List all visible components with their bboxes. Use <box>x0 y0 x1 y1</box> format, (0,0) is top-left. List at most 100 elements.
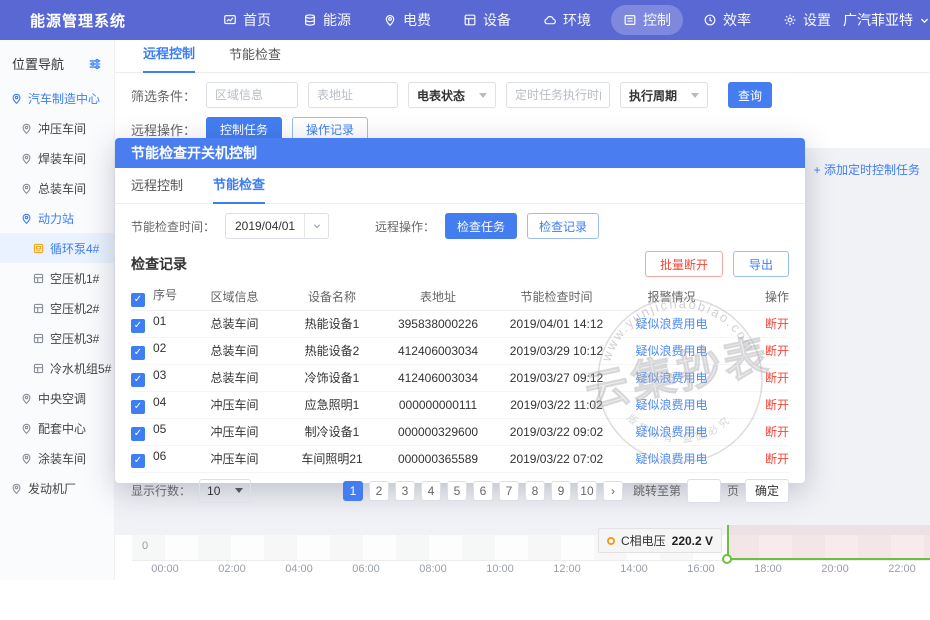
row-checkbox[interactable]: ✓ <box>131 373 145 387</box>
batch-disconnect-button[interactable]: 批量断开 <box>645 251 723 277</box>
row-checkbox[interactable]: ✓ <box>131 427 145 441</box>
modal-tab-energy-check[interactable]: 节能检查 <box>213 174 265 204</box>
alarm-link[interactable]: 疑似浪费用电 <box>635 317 707 331</box>
tab-energy-check[interactable]: 节能检查 <box>229 44 281 72</box>
confirm-button[interactable]: 确定 <box>745 479 789 503</box>
sidebar-item-painting[interactable]: 涂装车间 <box>0 443 114 473</box>
sidebar-item-compressor-3[interactable]: 空压机3# <box>0 323 114 353</box>
next-page-button[interactable]: › <box>603 481 623 501</box>
modal-title: 节能检查开关机控制 <box>131 143 257 163</box>
jump-label: 跳转至第 <box>633 482 681 499</box>
modal-tab-remote[interactable]: 远程控制 <box>131 175 183 203</box>
nav-devices[interactable]: 设备 <box>451 5 523 35</box>
cloud-icon <box>543 13 557 27</box>
disconnect-link[interactable]: 断开 <box>765 398 789 412</box>
page-button[interactable]: 10 <box>577 481 597 501</box>
nav-environment[interactable]: 环境 <box>531 5 603 35</box>
page-button[interactable]: 3 <box>395 481 415 501</box>
x-tick: 08:00 <box>403 563 463 575</box>
chevron-down-icon <box>691 93 699 98</box>
row-checkbox[interactable]: ✓ <box>131 319 145 333</box>
sidebar-item-welding[interactable]: 焊装车间 <box>0 143 114 173</box>
disconnect-link[interactable]: 断开 <box>765 452 789 466</box>
region-input[interactable] <box>206 82 298 108</box>
row-no: 04 <box>153 395 166 409</box>
search-button[interactable]: 查询 <box>728 82 772 108</box>
tab-remote-control[interactable]: 远程控制 <box>143 43 195 73</box>
page-button[interactable]: 4 <box>421 481 441 501</box>
disconnect-link[interactable]: 断开 <box>765 371 789 385</box>
clock-icon <box>703 13 717 27</box>
alarm-link[interactable]: 疑似浪费用电 <box>635 344 707 358</box>
table-row: ✓02 总装车间 热能设备2 412406003034 2019/03/29 1… <box>131 337 789 364</box>
records-header: 检查记录 批量断开 导出 <box>115 248 805 280</box>
pin-icon <box>20 212 33 225</box>
meter-icon <box>32 362 45 375</box>
page-button[interactable]: 7 <box>499 481 519 501</box>
filter-sliders-icon[interactable] <box>88 57 102 71</box>
page-button[interactable]: 5 <box>447 481 467 501</box>
row-area: 总装车间 <box>187 364 282 391</box>
page-button[interactable]: 8 <box>525 481 545 501</box>
row-checkbox[interactable]: ✓ <box>131 454 145 468</box>
sidebar-item-chiller-5[interactable]: 冷水机组5# <box>0 353 114 383</box>
alarm-link[interactable]: 疑似浪费用电 <box>635 452 707 466</box>
nav-home-label: 首页 <box>243 10 271 30</box>
chevron-down-icon <box>235 488 243 493</box>
row-area: 总装车间 <box>187 310 282 337</box>
page-button[interactable]: 9 <box>551 481 571 501</box>
row-checkbox[interactable]: ✓ <box>131 346 145 360</box>
alarm-link[interactable]: 疑似浪费用电 <box>635 371 707 385</box>
sidebar-item-power-station[interactable]: 动力站 <box>0 203 114 233</box>
nav-home[interactable]: 首页 <box>211 5 283 35</box>
disconnect-link[interactable]: 断开 <box>765 425 789 439</box>
sidebar-item-car-center[interactable]: 汽车制造中心 <box>0 83 114 113</box>
sidebar-item-compressor-1[interactable]: 空压机1# <box>0 263 114 293</box>
sidebar-item-stamping[interactable]: 冲压车间 <box>0 113 114 143</box>
add-timed-task-link[interactable]: + 添加定时控制任务 <box>814 161 920 178</box>
page-button[interactable]: 6 <box>473 481 493 501</box>
check-task-button[interactable]: 检查任务 <box>445 213 517 239</box>
pagination-bar: 显示行数： 10 1 2 3 4 5 6 7 8 9 10 › 跳转至第 页 确… <box>115 473 805 509</box>
meter-address-input[interactable] <box>308 82 398 108</box>
nav-electricity-fee[interactable]: 电费 <box>371 5 443 35</box>
rows-per-page-select[interactable]: 10 <box>199 479 251 503</box>
company-name: 广汽菲亚特 <box>843 10 913 30</box>
row-checkbox[interactable]: ✓ <box>131 400 145 414</box>
check-date-select[interactable]: 2019/04/01 <box>225 213 329 239</box>
cycle-value: 执行周期 <box>629 87 677 104</box>
meter-status-select[interactable]: 电表状态 <box>408 82 496 108</box>
sidebar-item-label: 空压机1# <box>50 270 99 287</box>
sidebar-item-engine-plant[interactable]: 发动机厂 <box>0 473 114 503</box>
alarm-link[interactable]: 疑似浪费用电 <box>635 398 707 412</box>
company-selector[interactable]: 广汽菲亚特 <box>843 10 930 30</box>
disconnect-link[interactable]: 断开 <box>765 317 789 331</box>
disconnect-link[interactable]: 断开 <box>765 344 789 358</box>
sidebar-item-support-center[interactable]: 配套中心 <box>0 413 114 443</box>
nav-control[interactable]: 控制 <box>611 5 683 35</box>
alarm-link[interactable]: 疑似浪费用电 <box>635 425 707 439</box>
page-button[interactable]: 2 <box>369 481 389 501</box>
table-header-row: ✓序号 区域信息 设备名称 表地址 节能检查时间 报警情况 操作 <box>131 284 789 310</box>
export-button[interactable]: 导出 <box>733 251 789 277</box>
topbar-right: 广汽菲亚特 <box>843 9 930 31</box>
voltage-chart: 0 C相电压 220.2 V 00:00 02:00 04:00 06:00 0… <box>115 520 930 620</box>
sidebar-item-assembly[interactable]: 总装车间 <box>0 173 114 203</box>
check-record-button[interactable]: 检查记录 <box>527 213 599 239</box>
nav-settings[interactable]: 设置 <box>771 5 843 35</box>
task-time-input[interactable] <box>506 82 610 108</box>
sidebar-item-label: 焊装车间 <box>38 150 86 167</box>
nav-energy[interactable]: 能源 <box>291 5 363 35</box>
sidebar-item-label: 空压机2# <box>50 300 99 317</box>
page-button[interactable]: 1 <box>343 481 363 501</box>
select-all-checkbox[interactable]: ✓ <box>131 293 145 307</box>
col-addr-header: 表地址 <box>382 284 494 310</box>
nav-efficiency[interactable]: 效率 <box>691 5 763 35</box>
cycle-select[interactable]: 执行周期 <box>620 82 708 108</box>
row-area: 冲压车间 <box>187 418 282 445</box>
x-tick: 00:00 <box>135 563 195 575</box>
jump-page-input[interactable] <box>687 479 721 503</box>
sidebar-item-circulation-pump-4[interactable]: 循环泵4# <box>0 233 114 263</box>
sidebar-item-compressor-2[interactable]: 空压机2# <box>0 293 114 323</box>
sidebar-item-central-ac[interactable]: 中央空调 <box>0 383 114 413</box>
